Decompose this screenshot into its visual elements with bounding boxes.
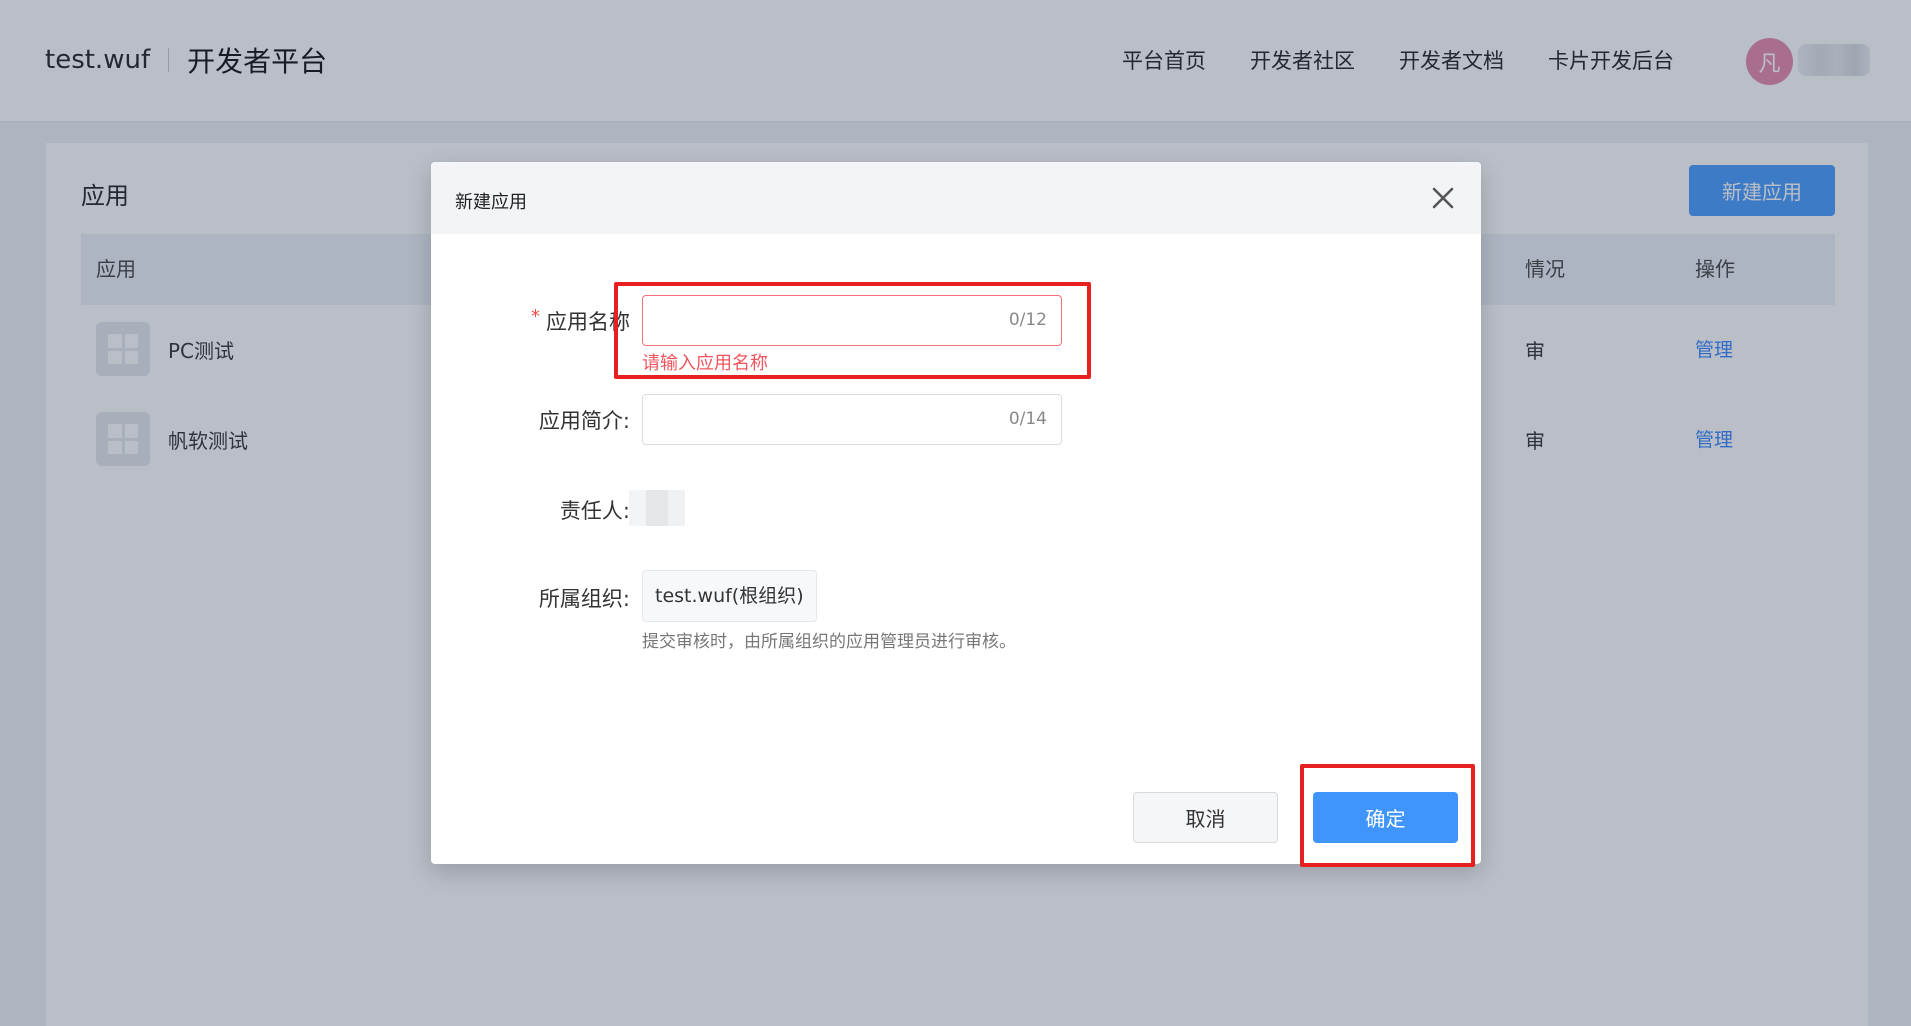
highlight-box-confirm [1300,764,1475,867]
app-intro-input[interactable] [643,395,983,444]
app-intro-field[interactable]: 0/14 [642,394,1062,445]
org-hint: 提交审核时，由所属组织的应用管理员进行审核。 [642,632,1016,652]
org-tag[interactable]: test.wuf(根组织) [642,570,817,622]
cancel-button[interactable]: 取消 [1133,792,1278,843]
dialog-title: 新建应用 [455,192,527,213]
close-icon[interactable] [1429,184,1457,212]
app-intro-counter: 0/14 [1008,409,1047,429]
required-mark: * [531,306,540,327]
new-app-dialog: 新建应用 * 应用名称 0/12 请输入应用名称 应用简介: 0/14 责任人: … [431,162,1481,864]
owner-name-blurred [629,490,685,526]
org-label: 所属组织: [538,587,630,611]
owner-label: 责任人: [559,499,630,523]
app-intro-label: 应用简介: [538,409,630,433]
app-name-label: * 应用名称 [531,306,630,334]
dialog-header: 新建应用 [431,162,1481,234]
highlight-box-name-field [614,282,1091,379]
